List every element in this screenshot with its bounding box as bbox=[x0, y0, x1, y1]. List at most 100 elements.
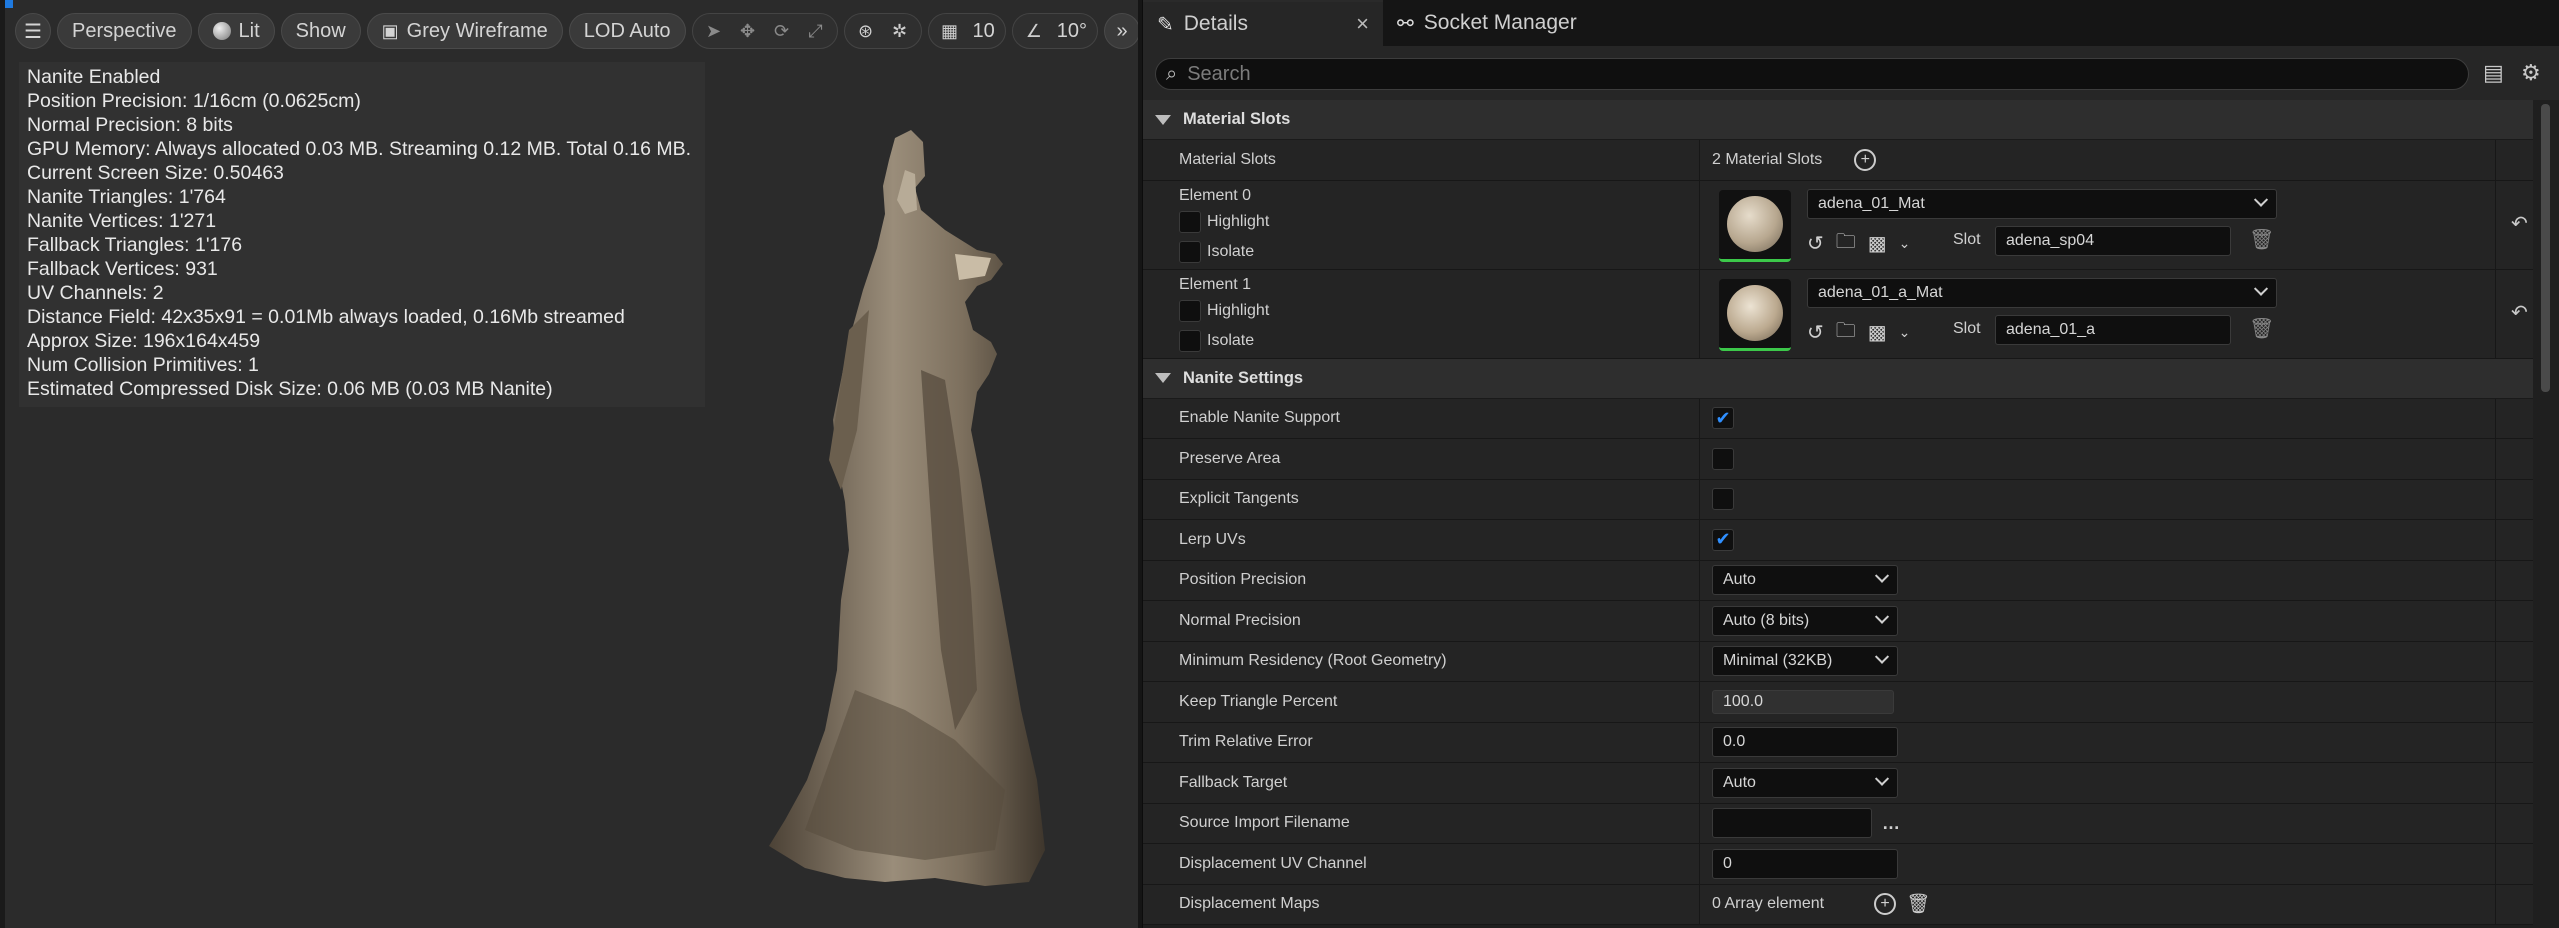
viewport-toolbar: ☰ Perspective Lit Show ▣ Grey Wireframe L… bbox=[15, 12, 1138, 50]
highlight-option[interactable]: Highlight bbox=[1179, 299, 1269, 322]
min-residency-row: Minimum Residency (Root Geometry) Minima… bbox=[1143, 641, 2533, 682]
lit-sphere-icon bbox=[212, 22, 231, 40]
material-slot-count: 2 Material Slots bbox=[1712, 150, 1823, 168]
category-nanite-settings[interactable]: Nanite Settings bbox=[1143, 358, 2533, 399]
rotate-icon[interactable]: ⟳ bbox=[767, 16, 797, 46]
enable-nanite-row: Enable Nanite Support ✔ bbox=[1143, 398, 2533, 439]
viewport[interactable]: ☰ Perspective Lit Show ▣ Grey Wireframe L… bbox=[0, 0, 1138, 928]
hamburger-menu-button[interactable]: ☰ bbox=[15, 13, 51, 49]
field-value: 0 bbox=[1723, 854, 1732, 872]
lod-button[interactable]: LOD Auto bbox=[568, 13, 686, 49]
trash-icon[interactable]: 🗑 bbox=[2249, 227, 2274, 252]
gear-icon[interactable]: ⚙ bbox=[2521, 60, 2541, 86]
category-material-slots[interactable]: Material Slots bbox=[1143, 100, 2533, 140]
material-thumbnail[interactable] bbox=[1719, 189, 1791, 262]
fallback-target-dropdown[interactable]: Auto bbox=[1712, 767, 1898, 798]
view-mode-button[interactable]: Perspective bbox=[57, 13, 192, 49]
transform-tools: ➤ ✥ ⟳ ⤢ bbox=[691, 13, 838, 49]
close-tab-icon[interactable]: × bbox=[1356, 11, 1369, 37]
double-chevron-right-icon: » bbox=[1116, 19, 1128, 42]
property-name: Keep Triangle Percent bbox=[1179, 692, 1338, 710]
move-icon[interactable]: ✥ bbox=[733, 16, 763, 46]
collapse-triangle-icon bbox=[1155, 114, 1171, 125]
keep-triangle-percent-spinbox[interactable]: 100.0 bbox=[1712, 689, 1894, 714]
material-element-1: Element 1 Highlight Isolate adena_01_a_M… bbox=[1143, 269, 2533, 359]
show-label: Show bbox=[295, 19, 346, 42]
property-name: Normal Precision bbox=[1179, 611, 1301, 629]
stat-line: UV Channels: 2 bbox=[27, 282, 164, 304]
highlight-option[interactable]: Highlight bbox=[1179, 210, 1269, 233]
tab-details[interactable]: ✎ Details × bbox=[1143, 0, 1383, 46]
checker-texture-icon[interactable]: ▩ bbox=[1868, 231, 1887, 256]
stat-line: Nanite Enabled bbox=[27, 66, 161, 88]
trash-icon[interactable]: 🗑 bbox=[1906, 892, 1930, 916]
isolate-checkbox[interactable] bbox=[1179, 240, 1201, 263]
explicit-tangents-checkbox[interactable] bbox=[1712, 488, 1734, 511]
isolate-option[interactable]: Isolate bbox=[1179, 329, 1254, 352]
stat-line: Position Precision: 1/16cm (0.0625cm) bbox=[27, 90, 361, 112]
grid-icon: ▦ bbox=[941, 20, 959, 41]
stat-line: Nanite Vertices: 1'271 bbox=[27, 210, 217, 232]
normal-precision-dropdown[interactable]: Auto (8 bits) bbox=[1712, 605, 1898, 636]
material-name: adena_01_Mat bbox=[1818, 194, 1925, 212]
grid-snap-group[interactable]: ▦ 10 bbox=[927, 13, 1006, 49]
add-circle-icon[interactable]: + bbox=[1874, 893, 1897, 916]
rotation-snap-group[interactable]: ∠ 10° bbox=[1011, 13, 1099, 49]
fallback-target-row: Fallback Target Auto bbox=[1143, 763, 2533, 804]
show-button[interactable]: Show bbox=[280, 13, 361, 49]
reset-to-default-icon[interactable]: ↶ bbox=[2511, 211, 2528, 236]
chevron-down-icon[interactable]: ⌄ bbox=[1899, 235, 1911, 252]
material-thumbnail[interactable] bbox=[1719, 278, 1791, 351]
highlight-checkbox[interactable] bbox=[1179, 299, 1201, 322]
trash-icon[interactable]: 🗑 bbox=[2249, 316, 2274, 341]
lerp-uvs-checkbox[interactable]: ✔ bbox=[1712, 528, 1734, 551]
source-import-filename-field[interactable] bbox=[1712, 808, 1872, 839]
position-precision-dropdown[interactable]: Auto bbox=[1712, 565, 1898, 596]
chevron-down-icon[interactable]: ⌄ bbox=[1899, 324, 1911, 341]
browse-asset-icon[interactable]: 🗀 bbox=[1836, 316, 1856, 350]
enable-nanite-checkbox[interactable]: ✔ bbox=[1712, 407, 1734, 430]
wireframe-button[interactable]: ▣ Grey Wireframe bbox=[366, 13, 563, 49]
property-name: Displacement Maps bbox=[1179, 895, 1320, 913]
preserve-area-checkbox[interactable] bbox=[1712, 447, 1734, 470]
chevron-down-icon bbox=[2253, 192, 2269, 207]
tab-socket-manager[interactable]: ⚯ Socket Manager bbox=[1383, 0, 1591, 46]
slot-name-field[interactable]: adena_sp04 bbox=[1995, 225, 2231, 256]
property-name: Position Precision bbox=[1179, 571, 1307, 589]
more-options-button[interactable]: » bbox=[1104, 13, 1138, 49]
world-local-icon[interactable]: ✲ bbox=[885, 16, 915, 46]
add-circle-icon[interactable]: + bbox=[1854, 148, 1877, 171]
lighting-mode-button[interactable]: Lit bbox=[197, 13, 275, 49]
isolate-checkbox[interactable] bbox=[1179, 329, 1201, 352]
slot-name-field[interactable]: adena_01_a bbox=[1995, 314, 2231, 345]
material-dropdown[interactable]: adena_01_Mat bbox=[1807, 188, 2277, 219]
checker-texture-icon[interactable]: ▩ bbox=[1868, 320, 1887, 345]
source-import-filename-row: Source Import Filename … bbox=[1143, 803, 2533, 844]
scale-icon[interactable]: ⤢ bbox=[801, 16, 831, 46]
min-residency-dropdown[interactable]: Minimal (32KB) bbox=[1712, 646, 1898, 677]
grid-snap-value: 10 bbox=[972, 19, 995, 42]
viewport-focus-indicator bbox=[5, 0, 13, 8]
select-cursor-icon[interactable]: ➤ bbox=[699, 16, 729, 46]
use-selected-icon[interactable]: ↺ bbox=[1807, 231, 1824, 256]
table-view-icon[interactable]: ▤ bbox=[2483, 60, 2504, 86]
search-row: ⌕ Search ▤ ⚙ bbox=[1143, 46, 2559, 100]
trim-relative-error-field[interactable]: 0.0 bbox=[1712, 727, 1898, 758]
stat-line: Fallback Vertices: 931 bbox=[27, 258, 218, 280]
scrollbar-thumb[interactable] bbox=[2541, 104, 2550, 392]
category-title: Material Slots bbox=[1183, 110, 1291, 128]
isolate-option[interactable]: Isolate bbox=[1179, 240, 1254, 263]
property-name: Explicit Tangents bbox=[1179, 490, 1299, 508]
statue-mesh-preview[interactable] bbox=[745, 130, 1065, 890]
surface-snap-icon[interactable]: ⊛ bbox=[851, 16, 881, 46]
material-dropdown[interactable]: adena_01_a_Mat bbox=[1807, 277, 2277, 308]
use-selected-icon[interactable]: ↺ bbox=[1807, 320, 1824, 345]
browse-asset-icon[interactable]: 🗀 bbox=[1836, 227, 1856, 261]
chevron-down-icon bbox=[1874, 568, 1890, 584]
browse-ellipsis-icon[interactable]: … bbox=[1882, 813, 1900, 834]
reset-to-default-icon[interactable]: ↶ bbox=[2511, 300, 2528, 325]
highlight-checkbox[interactable] bbox=[1179, 210, 1201, 233]
displacement-uv-channel-field[interactable]: 0 bbox=[1712, 848, 1898, 879]
tab-socket-manager-label: Socket Manager bbox=[1423, 11, 1577, 34]
search-input[interactable]: ⌕ Search bbox=[1155, 58, 2469, 90]
